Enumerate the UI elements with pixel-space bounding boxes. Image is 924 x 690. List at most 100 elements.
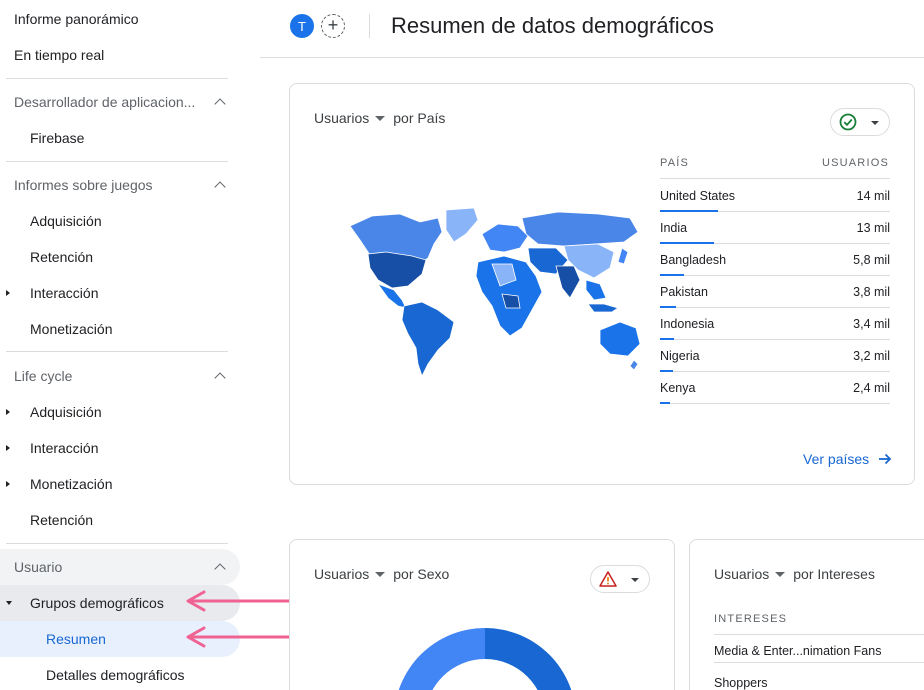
warning-icon <box>599 571 617 587</box>
country-users: 13 mil <box>856 221 890 235</box>
section-desarrollador[interactable]: Desarrollador de aplicacion... <box>0 84 240 120</box>
add-comparison-button[interactable]: + <box>321 14 345 38</box>
nav-label: Resumen <box>46 631 106 647</box>
caret-right-icon[interactable] <box>6 409 10 415</box>
country-row[interactable]: Kenya 2,4 mil <box>660 372 890 404</box>
interest-row[interactable]: Media & Enter...nimation Fans <box>714 644 881 658</box>
nav-label: Retención <box>30 512 94 528</box>
chevron-up-icon <box>214 563 226 575</box>
world-map[interactable] <box>342 204 642 380</box>
nav-juegos-retencion[interactable]: Retención <box>0 239 240 275</box>
divider <box>6 161 228 162</box>
map-region-new-zealand[interactable] <box>629 359 639 371</box>
country-users: 3,8 mil <box>853 285 890 299</box>
dropdown-arrow-icon[interactable] <box>375 115 386 121</box>
map-region-india[interactable] <box>555 265 581 299</box>
country-row[interactable]: Nigeria 3,2 mil <box>660 340 890 372</box>
metric-selector[interactable]: Usuarios <box>314 566 369 582</box>
nav-juegos-monetizacion[interactable]: Monetización <box>0 311 240 347</box>
nav-juegos-interaccion[interactable]: Interacción <box>0 275 240 311</box>
nav-label: Interacción <box>30 285 99 301</box>
country-row[interactable]: Indonesia 3,4 mil <box>660 308 890 340</box>
map-region-japan[interactable] <box>617 247 629 265</box>
country-users: 2,4 mil <box>853 381 890 395</box>
nav-lc-adquisicion[interactable]: Adquisición <box>0 394 240 430</box>
section-life-cycle[interactable]: Life cycle <box>0 358 240 394</box>
donut-segment-male[interactable] <box>485 628 576 690</box>
nav-label: Grupos demográficos <box>30 595 164 611</box>
sidebar: Informe panorámico En tiempo real Desarr… <box>0 0 240 690</box>
country-name: Nigeria <box>660 349 700 363</box>
caret-right-icon[interactable] <box>6 481 10 487</box>
page-title: Resumen de datos demográficos <box>391 13 714 38</box>
arrow-right-icon <box>879 453 892 465</box>
nav-tiempo-real[interactable]: En tiempo real <box>0 37 240 73</box>
section-usuario[interactable]: Usuario <box>0 549 240 585</box>
country-row[interactable]: Bangladesh 5,8 mil <box>660 244 890 276</box>
card-header: Usuarios por País <box>314 110 445 126</box>
card-header: Usuarios por Sexo <box>314 566 449 582</box>
nav-lc-monetizacion[interactable]: Monetización <box>0 466 240 502</box>
avatar[interactable]: T <box>290 14 314 38</box>
link-label: Ver países <box>803 451 870 467</box>
divider <box>660 178 890 179</box>
country-name: Pakistan <box>660 285 708 299</box>
nav-lc-interaccion[interactable]: Interacción <box>0 430 240 466</box>
nav-label: Monetización <box>30 476 113 492</box>
divider <box>714 662 924 663</box>
dropdown-arrow-icon[interactable] <box>375 571 386 577</box>
nav-lc-retencion[interactable]: Retención <box>0 502 240 538</box>
dimension-label: por País <box>393 110 446 126</box>
map-region-south-america[interactable] <box>401 301 455 378</box>
map-region-australia[interactable] <box>599 321 641 357</box>
caret-right-icon[interactable] <box>6 290 10 296</box>
dropdown-arrow-icon[interactable] <box>775 571 786 577</box>
country-row[interactable]: India 13 mil <box>660 212 890 244</box>
nav-label: Retención <box>30 249 94 265</box>
section-title: Informes sobre juegos <box>14 177 153 193</box>
interests-card: Usuarios por Intereses INTERESES Media & … <box>689 539 924 690</box>
country-users: 14 mil <box>856 189 890 203</box>
map-region-greenland[interactable] <box>445 207 479 243</box>
nav-label: Informe panorámico <box>14 11 139 27</box>
section-title: Usuario <box>14 559 63 575</box>
nav-label: Monetización <box>30 321 113 337</box>
country-row[interactable]: Pakistan 3,8 mil <box>660 276 890 308</box>
caret-right-icon[interactable] <box>6 445 10 451</box>
interest-row[interactable]: Shoppers <box>714 676 768 690</box>
ver-paises-link[interactable]: Ver países <box>803 451 893 467</box>
country-name: United States <box>660 189 736 203</box>
metric-selector[interactable]: Usuarios <box>314 110 369 126</box>
country-name: Kenya <box>660 381 696 395</box>
caret-down-icon[interactable] <box>6 601 12 605</box>
nav-label: Interacción <box>30 440 99 456</box>
donut-chart[interactable] <box>390 624 580 690</box>
nav-informe-panoramico[interactable]: Informe panorámico <box>0 1 240 37</box>
map-region-indonesia[interactable] <box>587 303 619 313</box>
map-region-se-asia[interactable] <box>585 279 607 301</box>
nav-detalles-demograficos[interactable]: Detalles demográficos <box>0 657 240 690</box>
map-region-europe[interactable] <box>481 223 529 253</box>
nav-label: Firebase <box>30 130 85 146</box>
country-row[interactable]: United States 14 mil <box>660 180 890 212</box>
divider <box>6 351 228 352</box>
nav-label: Adquisición <box>30 404 102 420</box>
country-name: Indonesia <box>660 317 715 331</box>
col-header-users: USUARIOS <box>821 157 889 169</box>
nav-label: Adquisición <box>30 213 102 229</box>
divider <box>6 78 228 79</box>
map-region-usa[interactable] <box>367 251 427 289</box>
data-quality-button[interactable] <box>590 565 650 593</box>
map-region-russia[interactable] <box>521 211 639 247</box>
col-header-country: PAÍS <box>660 157 690 169</box>
donut-segment-female[interactable] <box>394 628 485 690</box>
nav-firebase[interactable]: Firebase <box>0 120 240 156</box>
divider <box>369 14 370 38</box>
nav-juegos-adquisicion[interactable]: Adquisición <box>0 203 240 239</box>
section-juegos[interactable]: Informes sobre juegos <box>0 167 240 203</box>
data-quality-button[interactable] <box>830 108 890 136</box>
dimension-label: por Sexo <box>393 566 450 582</box>
country-users: 3,2 mil <box>853 349 890 363</box>
metric-selector[interactable]: Usuarios <box>714 566 769 582</box>
top-header: T + Resumen de datos demográficos <box>260 0 924 58</box>
